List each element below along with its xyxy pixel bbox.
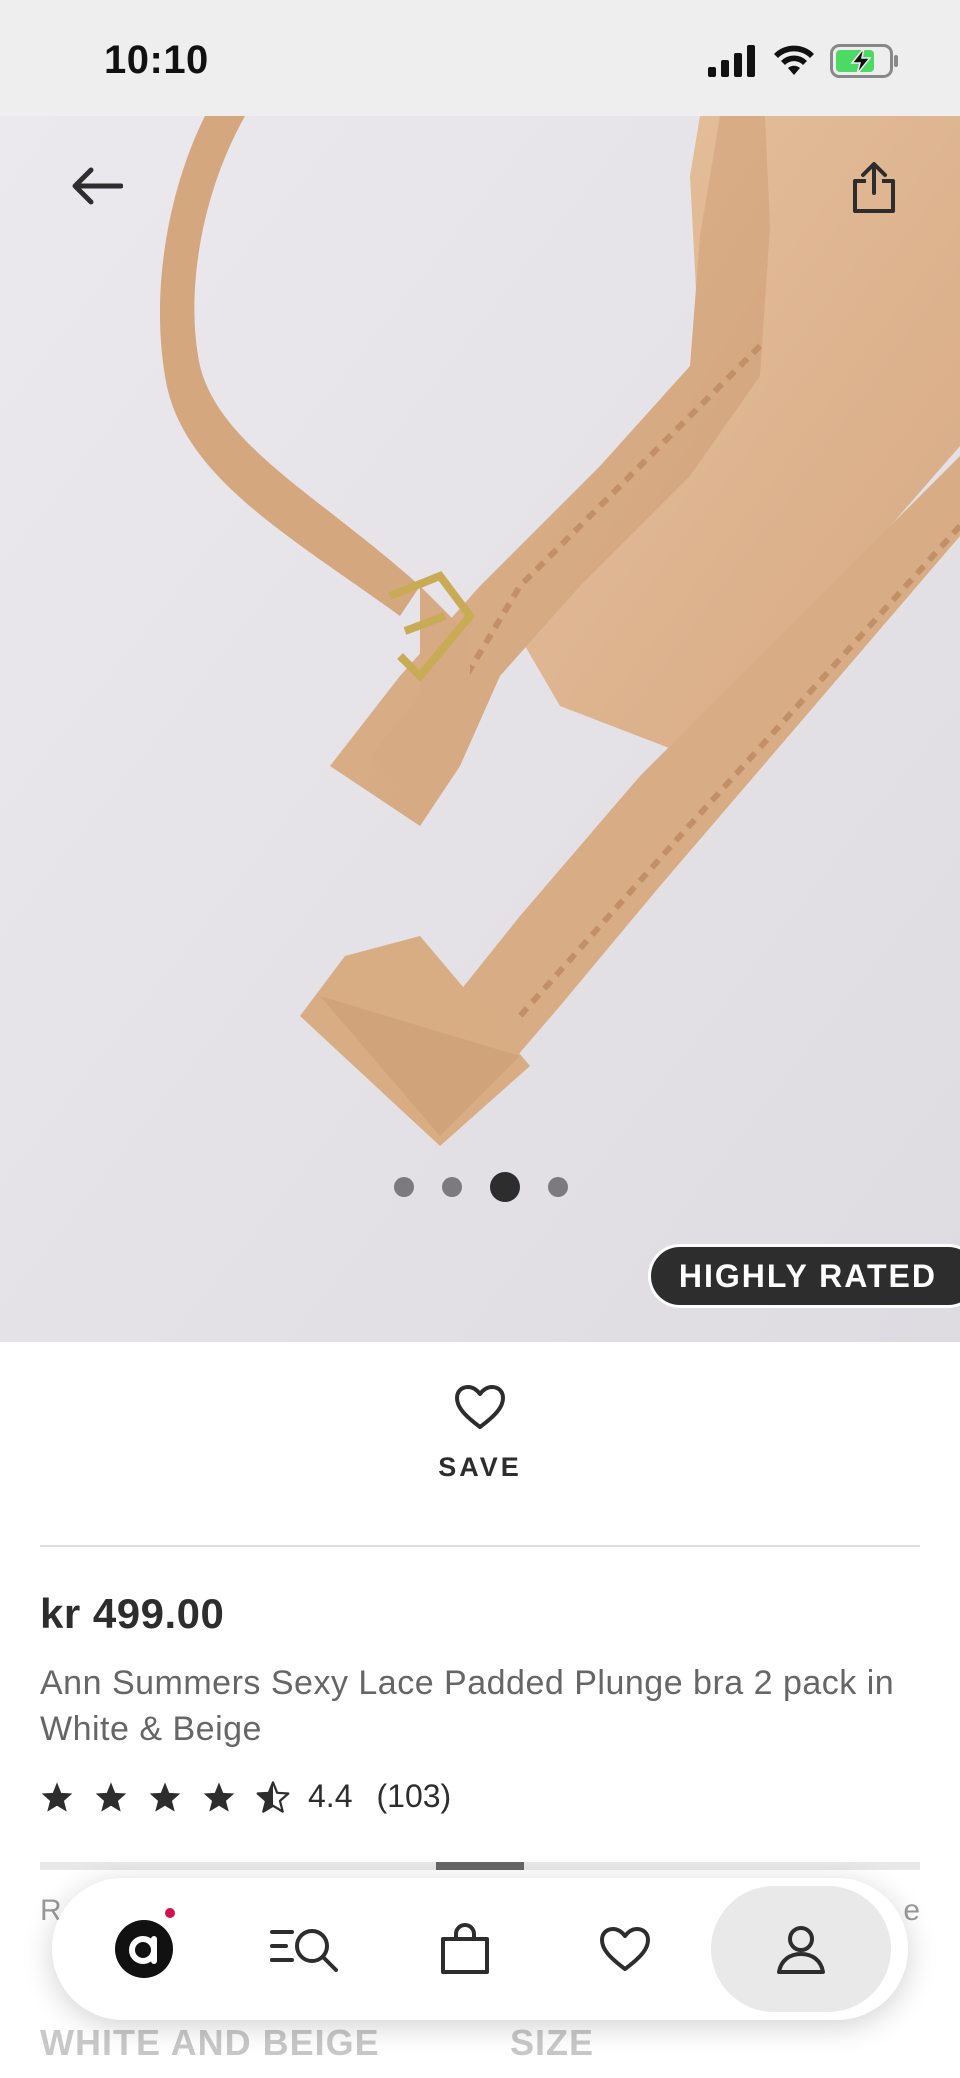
colour-selector-label[interactable]: WHITE AND BEIGE [40,2022,380,2064]
back-button[interactable] [56,146,136,226]
rating-value: 4.4 [308,1778,353,1814]
share-button[interactable] [834,142,914,232]
fit-scale-indicator [436,1862,524,1870]
product-rating[interactable]: 4.4 (103) [40,1778,451,1815]
product-price: kr 499.00 [40,1590,225,1637]
status-time: 10:10 [104,38,209,82]
divider [40,1545,920,1547]
battery-icon [830,44,898,78]
size-selector-label[interactable]: SIZE [510,2022,594,2064]
star-full-icon [203,1781,235,1812]
carousel-pagination [394,1172,568,1202]
star-full-icon [41,1781,73,1812]
highly-rated-badge: HIGHLY RATED [647,1244,960,1308]
heart-icon [455,1385,505,1429]
star-half-icon [256,1780,290,1813]
star-full-icon [95,1781,127,1812]
rating-count: (103) [376,1778,452,1814]
bottom-nav [52,1878,908,2020]
product-image-carousel[interactable]: HIGHLY RATED [0,116,960,1342]
save-button[interactable]: SAVE [420,1384,540,1483]
status-bar: 10:10 [0,0,960,116]
product-image [0,116,960,1342]
heart-icon [600,1927,651,1971]
fit-scale-label-right: e [903,1894,920,1927]
nav-bag[interactable] [390,1886,540,2012]
pagination-dot-active[interactable] [490,1172,520,1202]
arrow-left-icon [72,167,123,205]
nav-saved[interactable] [550,1886,700,2012]
rating-stars [40,1780,290,1813]
nav-account[interactable] [710,1886,891,2012]
bag-icon [440,1923,489,1974]
pagination-dot[interactable] [394,1177,414,1197]
save-label: SAVE [438,1452,522,1482]
share-icon [853,162,895,213]
wifi-icon [774,45,814,75]
pagination-dot[interactable] [548,1177,568,1197]
product-title: Ann Summers Sexy Lace Padded Plunge bra … [40,1664,895,1748]
pagination-dot[interactable] [442,1177,462,1197]
status-icons [708,44,900,78]
account-icon [776,1926,825,1974]
nav-search[interactable] [230,1886,380,2012]
search-icon [269,1929,338,1972]
signal-icon [708,45,755,77]
nav-home[interactable] [69,1886,219,2012]
notification-dot [165,1908,176,1918]
star-full-icon [149,1781,181,1812]
home-icon [115,1920,174,1978]
